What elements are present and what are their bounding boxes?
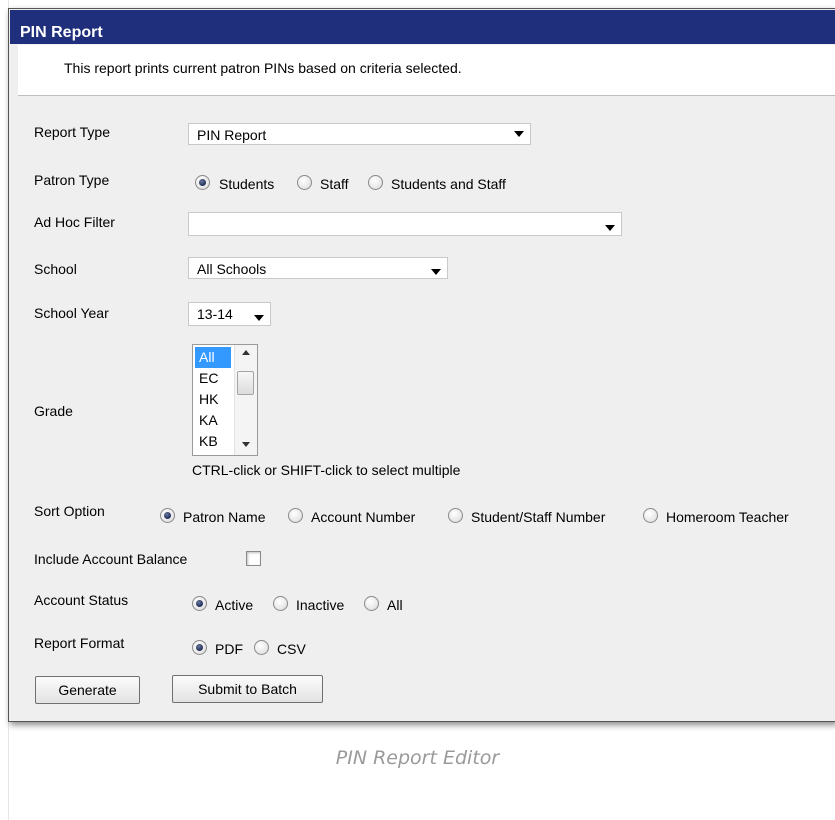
format-pdf-label: PDF [215,641,243,657]
status-active-radio[interactable] [192,596,207,611]
grade-option-hk[interactable]: HK [195,389,231,410]
sort-homeroom-teacher-radio[interactable] [643,508,658,523]
sort-account-number-label: Account Number [311,509,416,525]
account-status-label: Account Status [34,592,129,608]
status-inactive-label: Inactive [296,597,345,613]
pin-report-editor [8,8,835,722]
format-csv-label: CSV [277,641,306,657]
grade-scrollbar[interactable] [234,345,257,455]
patron-type-students-and-staff-label: Students and Staff [391,176,506,192]
report-description: This report prints current patron PINs b… [64,60,462,76]
school-label: School [34,261,77,277]
grade-listbox[interactable]: All EC HK KA KB [192,344,258,456]
sort-student-staff-number-radio[interactable] [448,508,463,523]
window-title: PIN Report [20,24,103,41]
status-all-label: All [387,597,403,613]
sort-student-staff-number-label: Student/Staff Number [471,509,606,525]
chevron-down-icon [431,269,441,275]
grade-select-hint: CTRL-click or SHIFT-click to select mult… [192,462,461,478]
sort-account-number-radio[interactable] [288,508,303,523]
format-csv-radio[interactable] [254,640,269,655]
school-year-label: School Year [34,305,109,321]
chevron-down-icon [514,131,524,137]
scroll-up-arrow-icon[interactable] [242,350,250,355]
patron-type-students-radio[interactable] [195,175,210,190]
include-account-balance-label: Include Account Balance [34,551,188,567]
submit-to-batch-button[interactable]: Submit to Batch [172,675,323,703]
window-titlebar: PIN Report [10,10,835,44]
status-active-label: Active [215,597,254,613]
grade-label: Grade [34,403,73,419]
format-pdf-radio[interactable] [192,640,207,655]
patron-type-students-label: Students [219,176,275,192]
status-all-radio[interactable] [364,596,379,611]
patron-type-students-and-staff-radio[interactable] [368,175,383,190]
sort-homeroom-teacher-label: Homeroom Teacher [666,509,789,525]
grade-option-all[interactable]: All [195,347,231,368]
scroll-down-arrow-icon[interactable] [242,442,250,447]
school-value: All Schools [197,261,267,277]
school-select[interactable]: All Schools [188,257,448,279]
report-type-value: PIN Report [197,127,267,143]
chevron-down-icon [254,315,264,321]
chevron-down-icon [605,225,615,231]
grade-option-kb[interactable]: KB [195,431,231,452]
grade-option-ka[interactable]: KA [195,410,231,431]
include-account-balance-checkbox[interactable] [246,551,261,566]
figure-caption: PIN Report Editor [335,747,500,769]
patron-type-staff-radio[interactable] [297,175,312,190]
description-panel: This report prints current patron PINs b… [18,45,835,96]
scroll-thumb[interactable] [237,371,254,395]
ad-hoc-filter-select[interactable] [188,212,622,236]
status-inactive-radio[interactable] [273,596,288,611]
school-year-select[interactable]: 13-14 [188,302,271,326]
report-format-label: Report Format [34,635,125,651]
grade-option-ec[interactable]: EC [195,368,231,389]
sort-patron-name-label: Patron Name [183,509,266,525]
sort-option-label: Sort Option [34,503,105,519]
patron-type-label: Patron Type [34,172,110,188]
generate-button[interactable]: Generate [35,676,140,704]
patron-type-staff-label: Staff [320,176,349,192]
school-year-value: 13-14 [197,306,233,322]
ad-hoc-filter-label: Ad Hoc Filter [34,214,115,230]
sort-patron-name-radio[interactable] [160,508,175,523]
report-type-select[interactable]: PIN Report [188,123,531,145]
report-type-label: Report Type [34,124,111,140]
